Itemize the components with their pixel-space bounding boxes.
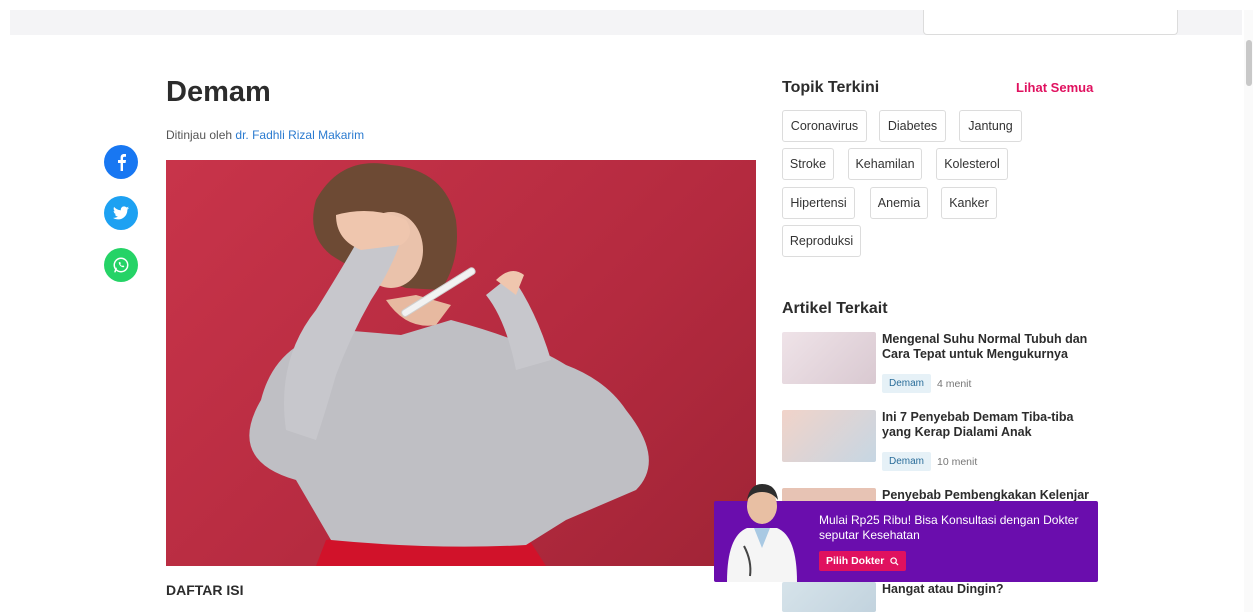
topic-tag-kehamilan[interactable]: Kehamilan bbox=[848, 148, 922, 180]
topic-tag-kanker[interactable]: Kanker bbox=[941, 187, 997, 219]
reviewer-link[interactable]: dr. Fadhli Rizal Makarim bbox=[235, 128, 364, 142]
topic-tag-anemia[interactable]: Anemia bbox=[870, 187, 928, 219]
search-input[interactable] bbox=[923, 10, 1178, 35]
doctor-illustration bbox=[727, 484, 797, 582]
topic-tag-kolesterol[interactable]: Kolesterol bbox=[936, 148, 1008, 180]
article-category-badge[interactable]: Demam bbox=[882, 452, 932, 471]
top-header bbox=[10, 10, 1242, 35]
see-all-topics-link[interactable]: Lihat Semua bbox=[1016, 80, 1093, 95]
scrollbar-thumb[interactable] bbox=[1246, 40, 1252, 86]
article-title[interactable]: Ini 7 Penyebab Demam Tiba-tiba yang Kera… bbox=[882, 410, 1092, 440]
related-articles-heading: Artikel Terkait bbox=[782, 300, 888, 317]
article-thumbnail bbox=[782, 332, 876, 384]
share-twitter-button[interactable] bbox=[104, 196, 138, 230]
twitter-icon bbox=[113, 206, 129, 220]
article-thumbnail bbox=[782, 410, 876, 462]
topics-heading: Topik Terkini bbox=[782, 79, 880, 96]
topic-tag-coronavirus[interactable]: Coronavirus bbox=[782, 110, 867, 142]
reviewer-line: Ditinjau oleh dr. Fadhli Rizal Makarim bbox=[166, 128, 364, 142]
article-read-time: 4 menit bbox=[937, 378, 972, 390]
article-thumbnail bbox=[782, 582, 876, 612]
article-read-time: 10 menit bbox=[937, 456, 978, 468]
topic-tag-stroke[interactable]: Stroke bbox=[782, 148, 834, 180]
topic-tag-reproduksi[interactable]: Reproduksi bbox=[782, 225, 861, 257]
page-title: Demam bbox=[166, 76, 271, 108]
table-of-contents-heading[interactable]: DAFTAR ISI bbox=[166, 582, 244, 598]
related-article-card[interactable]: Mengenal Suhu Normal Tubuh dan Cara Tepa… bbox=[782, 332, 1092, 394]
reviewed-by-label: Ditinjau oleh bbox=[166, 128, 233, 142]
article-title[interactable]: Hangat atau Dingin? bbox=[882, 582, 1092, 597]
share-facebook-button[interactable] bbox=[104, 145, 138, 179]
promo-message: Mulai Rp25 Ribu! Bisa Konsultasi dengan … bbox=[819, 513, 1079, 542]
facebook-icon bbox=[118, 154, 126, 171]
woman-with-thermometer-illustration bbox=[249, 163, 649, 566]
topic-tag-jantung[interactable]: Jantung bbox=[959, 110, 1022, 142]
choose-doctor-button[interactable]: Pilih Dokter bbox=[819, 551, 907, 571]
share-whatsapp-button[interactable] bbox=[104, 248, 138, 282]
topic-tag-diabetes[interactable]: Diabetes bbox=[879, 110, 946, 142]
related-article-card[interactable]: Hangat atau Dingin? bbox=[782, 582, 1092, 612]
search-icon bbox=[890, 556, 899, 566]
article-title[interactable]: Mengenal Suhu Normal Tubuh dan Cara Tepa… bbox=[882, 332, 1092, 362]
page-scrollbar[interactable] bbox=[1244, 10, 1253, 612]
article-category-badge[interactable]: Demam bbox=[882, 374, 932, 393]
consultation-promo-banner[interactable]: Mulai Rp25 Ribu! Bisa Konsultasi dengan … bbox=[714, 484, 1098, 582]
hero-image bbox=[166, 160, 756, 566]
choose-doctor-label: Pilih Dokter bbox=[826, 555, 885, 567]
whatsapp-icon bbox=[113, 257, 129, 273]
related-article-card[interactable]: Ini 7 Penyebab Demam Tiba-tiba yang Kera… bbox=[782, 410, 1092, 472]
topic-tag-hipertensi[interactable]: Hipertensi bbox=[782, 187, 855, 219]
